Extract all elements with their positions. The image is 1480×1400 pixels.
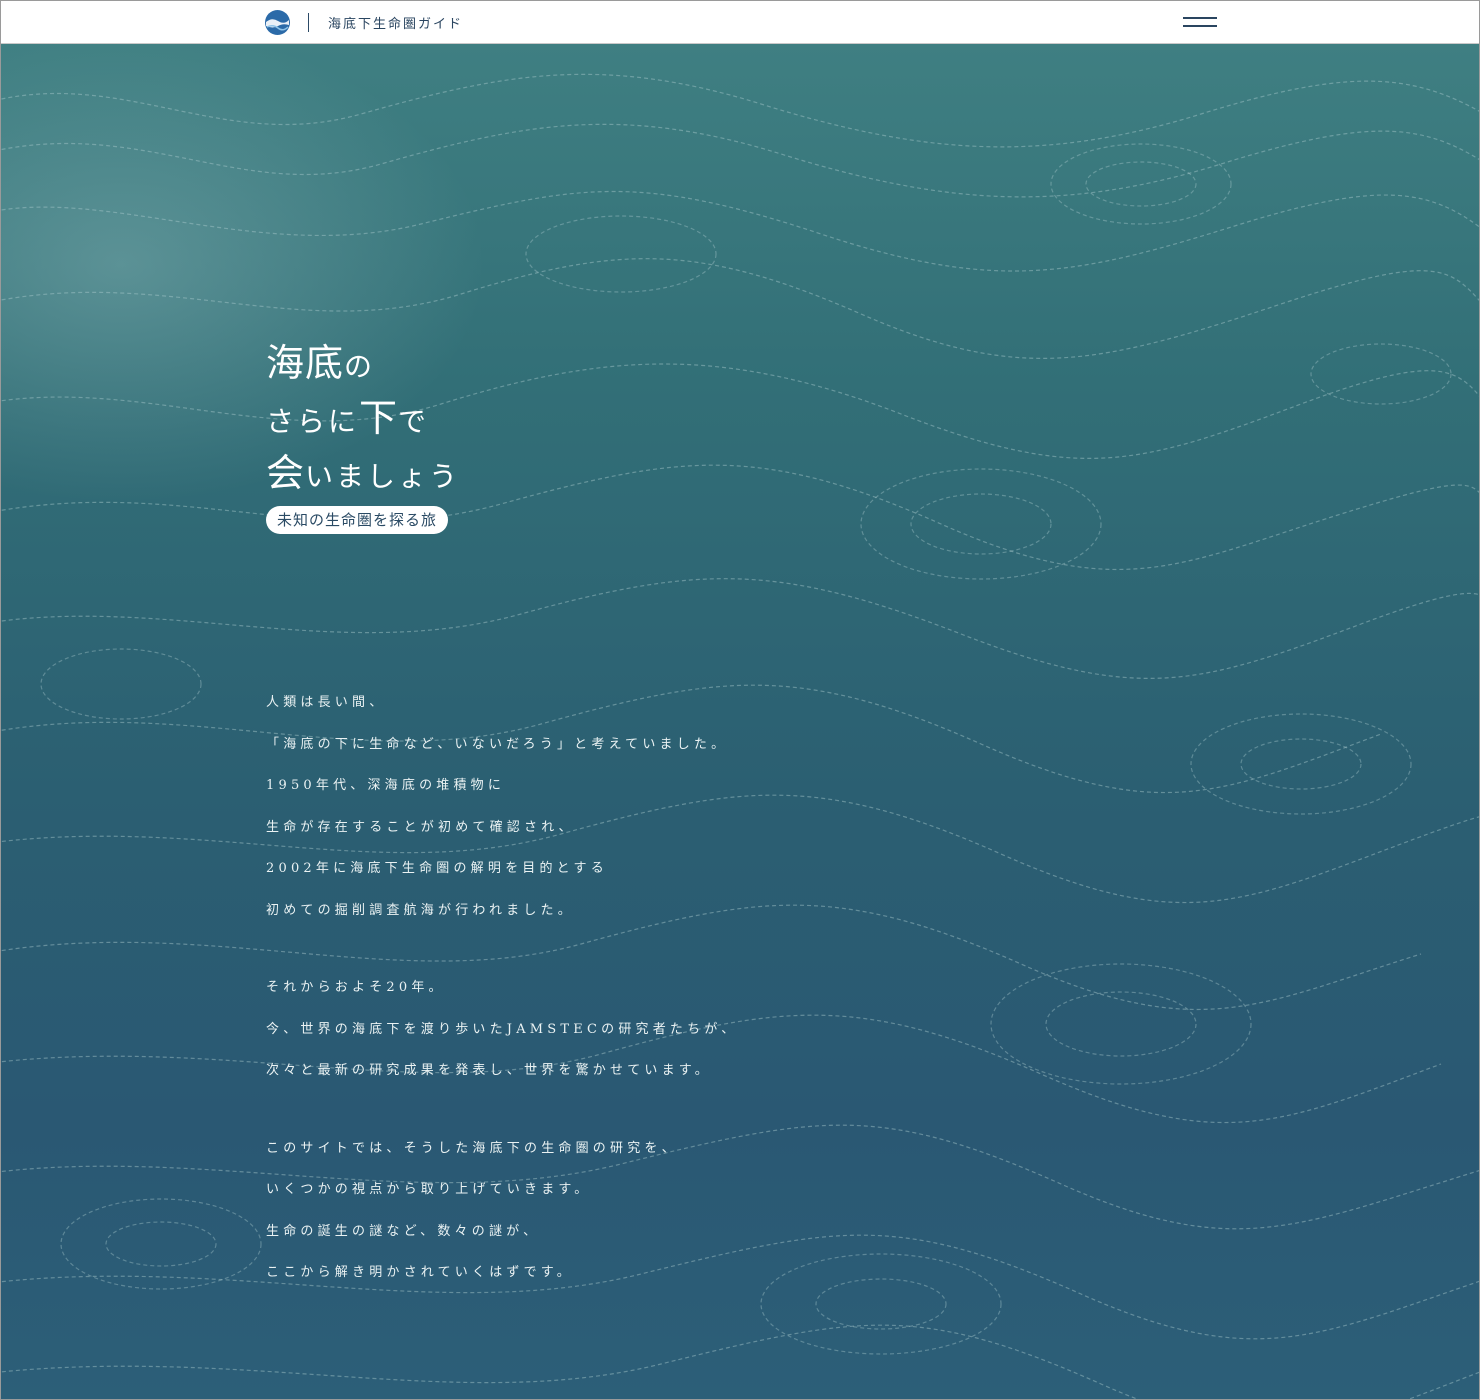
intro-line: 2002年に海底下生命圏の解明を目的とする xyxy=(266,861,608,876)
headline-text: 会 xyxy=(266,451,306,495)
intro-line: 次々と最新の研究成果を発表し、世界を驚かせています。 xyxy=(266,1063,712,1078)
intro-line: 初めての掘削調査航海が行われました。 xyxy=(266,902,575,918)
intro-line: 「海底の下に生命など、いないだろう」と考えていました。 xyxy=(266,736,729,752)
intro-line: いくつかの視点から取り上げていきます。 xyxy=(266,1182,592,1197)
intro-line: 生命が存在することが初めて確認され、 xyxy=(266,819,576,835)
page-frame: 海底下生命圏ガイド 海底の さらに下で 会いましょう 未知の生命圏を探る旅 人類… xyxy=(0,0,1480,1400)
headline-text: の xyxy=(344,350,376,383)
menu-line-icon xyxy=(1183,25,1217,27)
headline-text: 下 xyxy=(359,396,399,440)
intro-line: 生命の誕生の謎など、数々の謎が、 xyxy=(266,1223,541,1239)
header-divider xyxy=(308,13,309,32)
headline-line-2: さらに下で xyxy=(266,391,460,446)
intro-line: 今、世界の海底下を渡り歩いたJAMSTECの研究者たちが、 xyxy=(266,1021,739,1037)
hamburger-menu-button[interactable] xyxy=(1183,15,1217,29)
headline-text: いましょう xyxy=(305,460,461,493)
headline-text: さらに xyxy=(266,405,360,438)
headline-text: 海底 xyxy=(266,341,345,385)
intro-line: 人類は長い間、 xyxy=(266,695,387,710)
hero-section: 海底の さらに下で 会いましょう 未知の生命圏を探る旅 人類は長い間、 「海底の… xyxy=(1,44,1479,1399)
intro-line: ここから解き明かされていくはずです。 xyxy=(266,1265,574,1280)
topographic-contour-background xyxy=(1,73,1479,1399)
intro-text: 人類は長い間、 「海底の下に生命など、いないだろう」と考えていました。 1950… xyxy=(266,692,738,1304)
hero-headline: 海底の さらに下で 会いましょう xyxy=(266,336,460,501)
headline-text: で xyxy=(398,405,430,438)
subtitle-badge: 未知の生命圏を探る旅 xyxy=(266,506,449,534)
intro-line: それからおよそ20年。 xyxy=(266,980,446,995)
site-title[interactable]: 海底下生命圏ガイド xyxy=(328,13,463,32)
intro-line: このサイトでは、そうした海底下の生命圏の研究を、 xyxy=(266,1140,679,1156)
jamstec-logo-icon[interactable] xyxy=(264,9,291,36)
headline-line-3: 会いましょう xyxy=(266,446,460,501)
intro-line: 1950年代、深海底の堆積物に xyxy=(266,778,506,793)
menu-line-icon xyxy=(1183,17,1217,19)
site-header: 海底下生命圏ガイド xyxy=(1,1,1479,44)
headline-line-1: 海底の xyxy=(266,336,460,391)
